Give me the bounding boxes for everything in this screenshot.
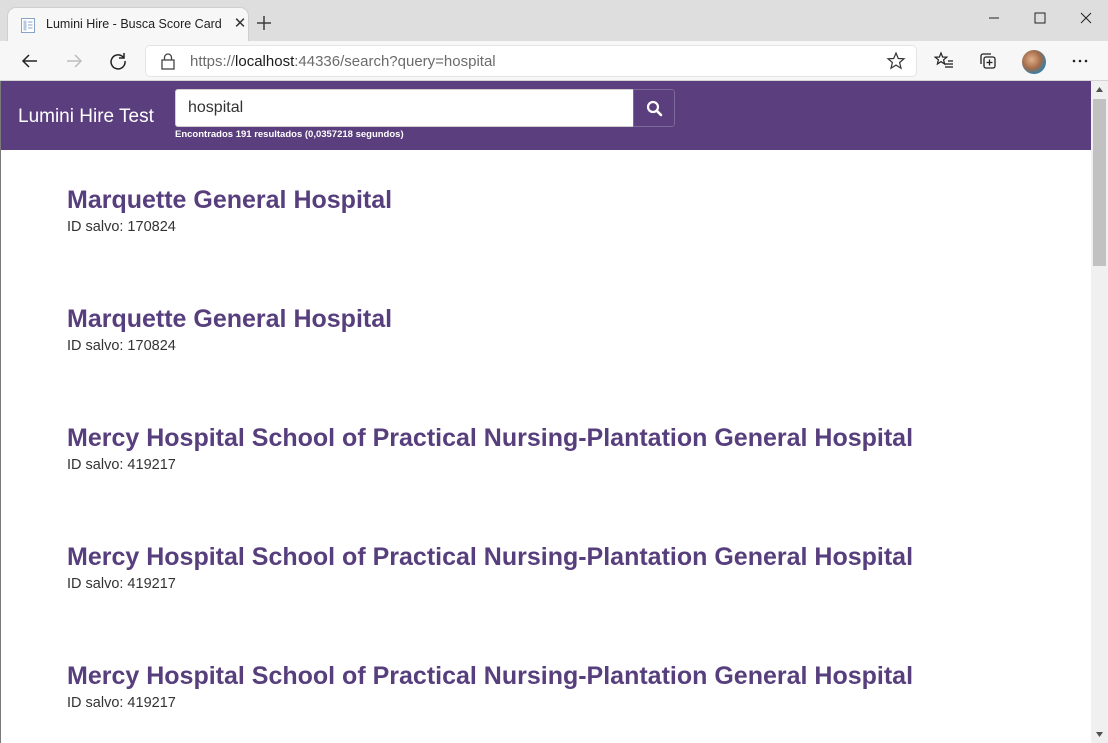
result-item: Mercy Hospital School of Practical Nursi… [67,661,1067,743]
result-id: ID salvo: 170824 [67,219,176,235]
browser-toolbar: https://localhost:44336/search?query=hos… [0,41,1108,81]
result-title-link[interactable]: Mercy Hospital School of Practical Nursi… [67,423,1067,453]
arrow-left-icon[interactable] [20,51,40,71]
profile-avatar[interactable] [1022,50,1046,74]
result-item: Marquette General Hospital ID salvo: 170… [67,304,1067,423]
results-list: Marquette General Hospital ID salvo: 170… [67,185,1067,743]
scroll-up-arrow-icon[interactable] [1095,85,1104,94]
search-input[interactable] [175,89,634,127]
scroll-down-arrow-icon[interactable] [1095,730,1104,739]
result-item: Mercy Hospital School of Practical Nursi… [67,423,1067,542]
result-title-link[interactable]: Marquette General Hospital [67,185,1067,215]
search-result-stats: Encontrados 191 resultados (0,0357218 se… [175,129,404,140]
ellipsis-icon[interactable] [1070,51,1090,71]
site-navbar: Lumini Hire Test Encontrados 191 resulta… [1,81,1091,150]
lock-icon[interactable] [160,52,176,70]
plus-icon[interactable] [254,13,274,33]
result-item: Mercy Hospital School of Practical Nursi… [67,542,1067,661]
maximize-icon[interactable] [1030,8,1050,28]
vertical-scrollbar[interactable] [1091,81,1108,743]
close-window-icon[interactable] [1076,8,1096,28]
result-id: ID salvo: 170824 [67,338,176,354]
star-icon[interactable] [886,51,906,71]
browser-tab-strip: Lumini Hire - Busca Score Card ✕ [0,0,1108,42]
arrow-right-icon[interactable] [64,51,84,71]
result-title-link[interactable]: Marquette General Hospital [67,304,1067,334]
result-title-link[interactable]: Mercy Hospital School of Practical Nursi… [67,661,1067,691]
site-brand[interactable]: Lumini Hire Test [18,106,154,128]
tab-title: Lumini Hire - Busca Score Card [46,17,222,31]
minimize-icon[interactable] [984,8,1004,28]
search-button[interactable] [633,89,675,127]
search-icon [646,100,663,117]
page-viewport: Lumini Hire Test Encontrados 191 resulta… [1,81,1091,743]
result-item: Marquette General Hospital ID salvo: 170… [67,185,1067,304]
result-id: ID salvo: 419217 [67,576,176,592]
browser-tab[interactable]: Lumini Hire - Busca Score Card ✕ [8,8,248,42]
address-bar[interactable]: https://localhost:44336/search?query=hos… [146,46,916,76]
close-tab-icon[interactable]: ✕ [232,16,248,32]
result-id: ID salvo: 419217 [67,457,176,473]
result-id: ID salvo: 419217 [67,695,176,711]
refresh-icon[interactable] [108,51,128,71]
collections-icon[interactable] [978,51,998,71]
document-icon [21,18,35,33]
scrollbar-thumb[interactable] [1093,99,1106,266]
result-title-link[interactable]: Mercy Hospital School of Practical Nursi… [67,542,1067,572]
favorites-list-icon[interactable] [934,51,954,71]
url-text: https://localhost:44336/search?query=hos… [190,53,496,70]
